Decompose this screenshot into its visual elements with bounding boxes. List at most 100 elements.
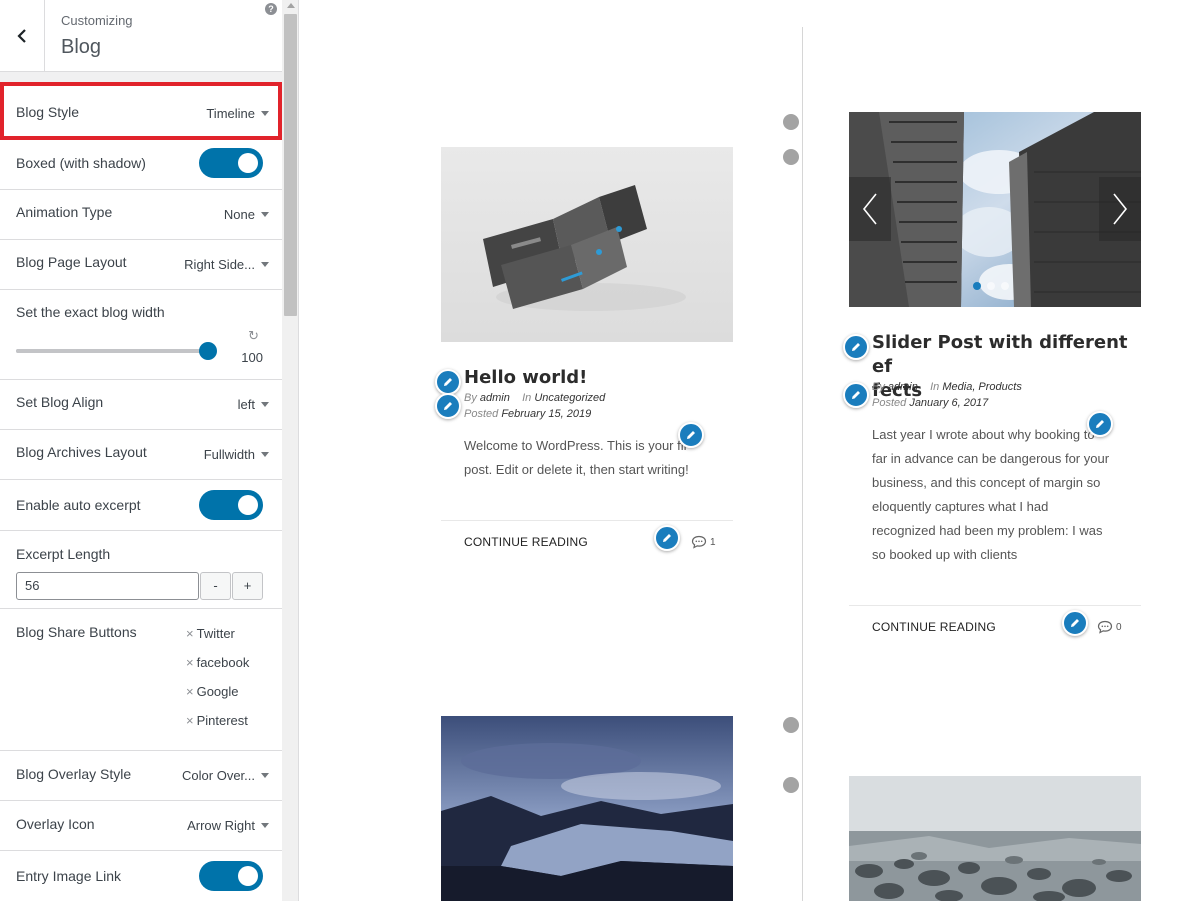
post-excerpt: Last year I wrote about why booking to f… [872,423,1132,567]
remove-icon[interactable]: × [186,626,194,641]
continue-reading-link[interactable]: CONTINUE READING [872,620,996,634]
post-gallery-slider[interactable] [849,112,1141,307]
remove-icon[interactable]: × [186,713,194,728]
share-item-label: Pinterest [196,713,248,728]
edit-excerpt-pencil-icon[interactable] [1087,411,1113,437]
edit-title-pencil-icon[interactable] [843,334,869,360]
timeline-dot [783,114,799,130]
pencil-icon [1096,420,1104,428]
post-card-hello-world: Hello world! By admin In Uncategorized P… [441,147,733,567]
post-meta-author: By admin In Uncategorized [464,390,605,406]
slider-dot[interactable] [1001,282,1009,290]
blog-align-select[interactable]: left [238,397,269,412]
pencil-icon [663,534,671,542]
archives-layout-select[interactable]: Fullwidth [204,447,269,462]
slider-dot[interactable] [987,282,995,290]
increment-button[interactable]: + [232,572,263,600]
boxed-toggle[interactable] [199,148,263,178]
animation-type-select[interactable]: None [224,207,269,222]
slider-next-button[interactable] [1099,177,1141,241]
controls-list: Blog Style Timeline Boxed (with shadow) … [0,82,282,901]
category-link[interactable]: Media, Products [942,381,1021,393]
overlay-icon-select[interactable]: Arrow Right [187,818,269,833]
caret-down-icon [261,823,269,828]
edit-footer-pencil-icon[interactable] [654,525,680,551]
remove-icon[interactable]: × [186,655,194,670]
post-featured-image[interactable] [441,716,733,901]
rocky-shore-image [849,776,1141,901]
caret-down-icon [261,262,269,267]
edit-title-pencil-icon[interactable] [435,369,461,395]
scrollbar-thumb[interactable] [284,14,297,316]
overlay-icon-value: Arrow Right [187,818,255,833]
archives-layout-label: Blog Archives Layout [16,444,147,460]
share-item-google: × Google [186,684,239,699]
blog-width-value: 100 [241,350,263,365]
post-featured-image[interactable] [849,776,1141,901]
chevron-left-icon [17,28,26,43]
excerpt-line: so booked up with clients [872,547,1018,562]
control-archives-layout: Blog Archives Layout Fullwidth [0,430,282,480]
chevron-left-icon [862,193,877,225]
timeline-dot [783,717,799,733]
timeline-dot [783,777,799,793]
auto-excerpt-toggle[interactable] [199,490,263,520]
blog-page-layout-label: Blog Page Layout [16,254,127,270]
caret-down-icon [261,773,269,778]
control-entry-image-link: Entry Image Link [0,851,282,901]
comment-count-value: 1 [710,536,716,548]
blog-width-slider[interactable] [16,342,217,360]
blog-style-value: Timeline [206,106,255,121]
post-title[interactable]: Hello world! [464,366,587,390]
edit-meta-pencil-icon[interactable] [435,393,461,419]
panel-scrollbar[interactable] [282,0,298,901]
comment-count[interactable]: 0 [1097,620,1122,634]
blog-width-label: Set the exact blog width [16,304,165,320]
auto-excerpt-label: Enable auto excerpt [16,497,141,513]
blog-style-select[interactable]: Timeline [206,106,269,121]
comment-count[interactable]: 1 [691,535,716,549]
breadcrumb: Customizing [61,13,133,28]
share-item-label: facebook [196,655,250,670]
blog-page-layout-select[interactable]: Right Side... [184,257,269,272]
caret-down-icon [261,212,269,217]
pencil-icon [852,391,860,399]
blog-align-label: Set Blog Align [16,394,104,410]
control-blog-style: Blog Style Timeline [0,82,282,140]
post-meta-author: By admin In Media, Products [872,379,1022,395]
author-link[interactable]: admin [480,392,510,404]
share-item-facebook: × facebook [186,655,249,670]
excerpt-length-input[interactable]: 56 [16,572,199,600]
mountain-lake-image [441,716,733,901]
slider-prev-button[interactable] [849,177,891,241]
undo-icon[interactable]: ↻ [248,328,259,344]
edit-excerpt-pencil-icon[interactable] [678,422,704,448]
control-blog-width: Set the exact blog width ↻ 100 [0,290,282,380]
overlay-style-select[interactable]: Color Over... [182,768,269,783]
comment-bubble-icon [691,535,707,549]
scroll-up-arrow-icon[interactable] [287,3,295,8]
help-icon[interactable]: ? [265,3,277,15]
edit-meta-pencil-icon[interactable] [843,382,869,408]
slider-handle[interactable] [199,342,217,360]
edit-footer-pencil-icon[interactable] [1062,610,1088,636]
author-link[interactable]: admin [888,381,918,393]
remove-icon[interactable]: × [186,684,194,699]
continue-reading-link[interactable]: CONTINUE READING [464,535,588,549]
excerpt-line: post. Edit or delete it, then start writ… [464,462,689,477]
brochure-mockup-image [441,147,733,342]
share-buttons-label: Blog Share Buttons [16,624,137,640]
back-button[interactable] [0,0,45,71]
post-featured-image[interactable] [441,147,733,342]
pencil-icon [687,431,695,439]
decrement-button[interactable]: - [200,572,231,600]
slider-dot-active[interactable] [973,282,981,290]
entry-image-link-toggle[interactable] [199,861,263,891]
category-link[interactable]: Uncategorized [534,392,605,404]
post-date: January 6, 2017 [909,397,989,409]
timeline-dot [783,149,799,165]
overlay-style-label: Blog Overlay Style [16,766,132,782]
share-item-label: Google [196,684,239,699]
comment-count-value: 0 [1116,621,1122,633]
slider-pagination[interactable] [973,282,1009,290]
